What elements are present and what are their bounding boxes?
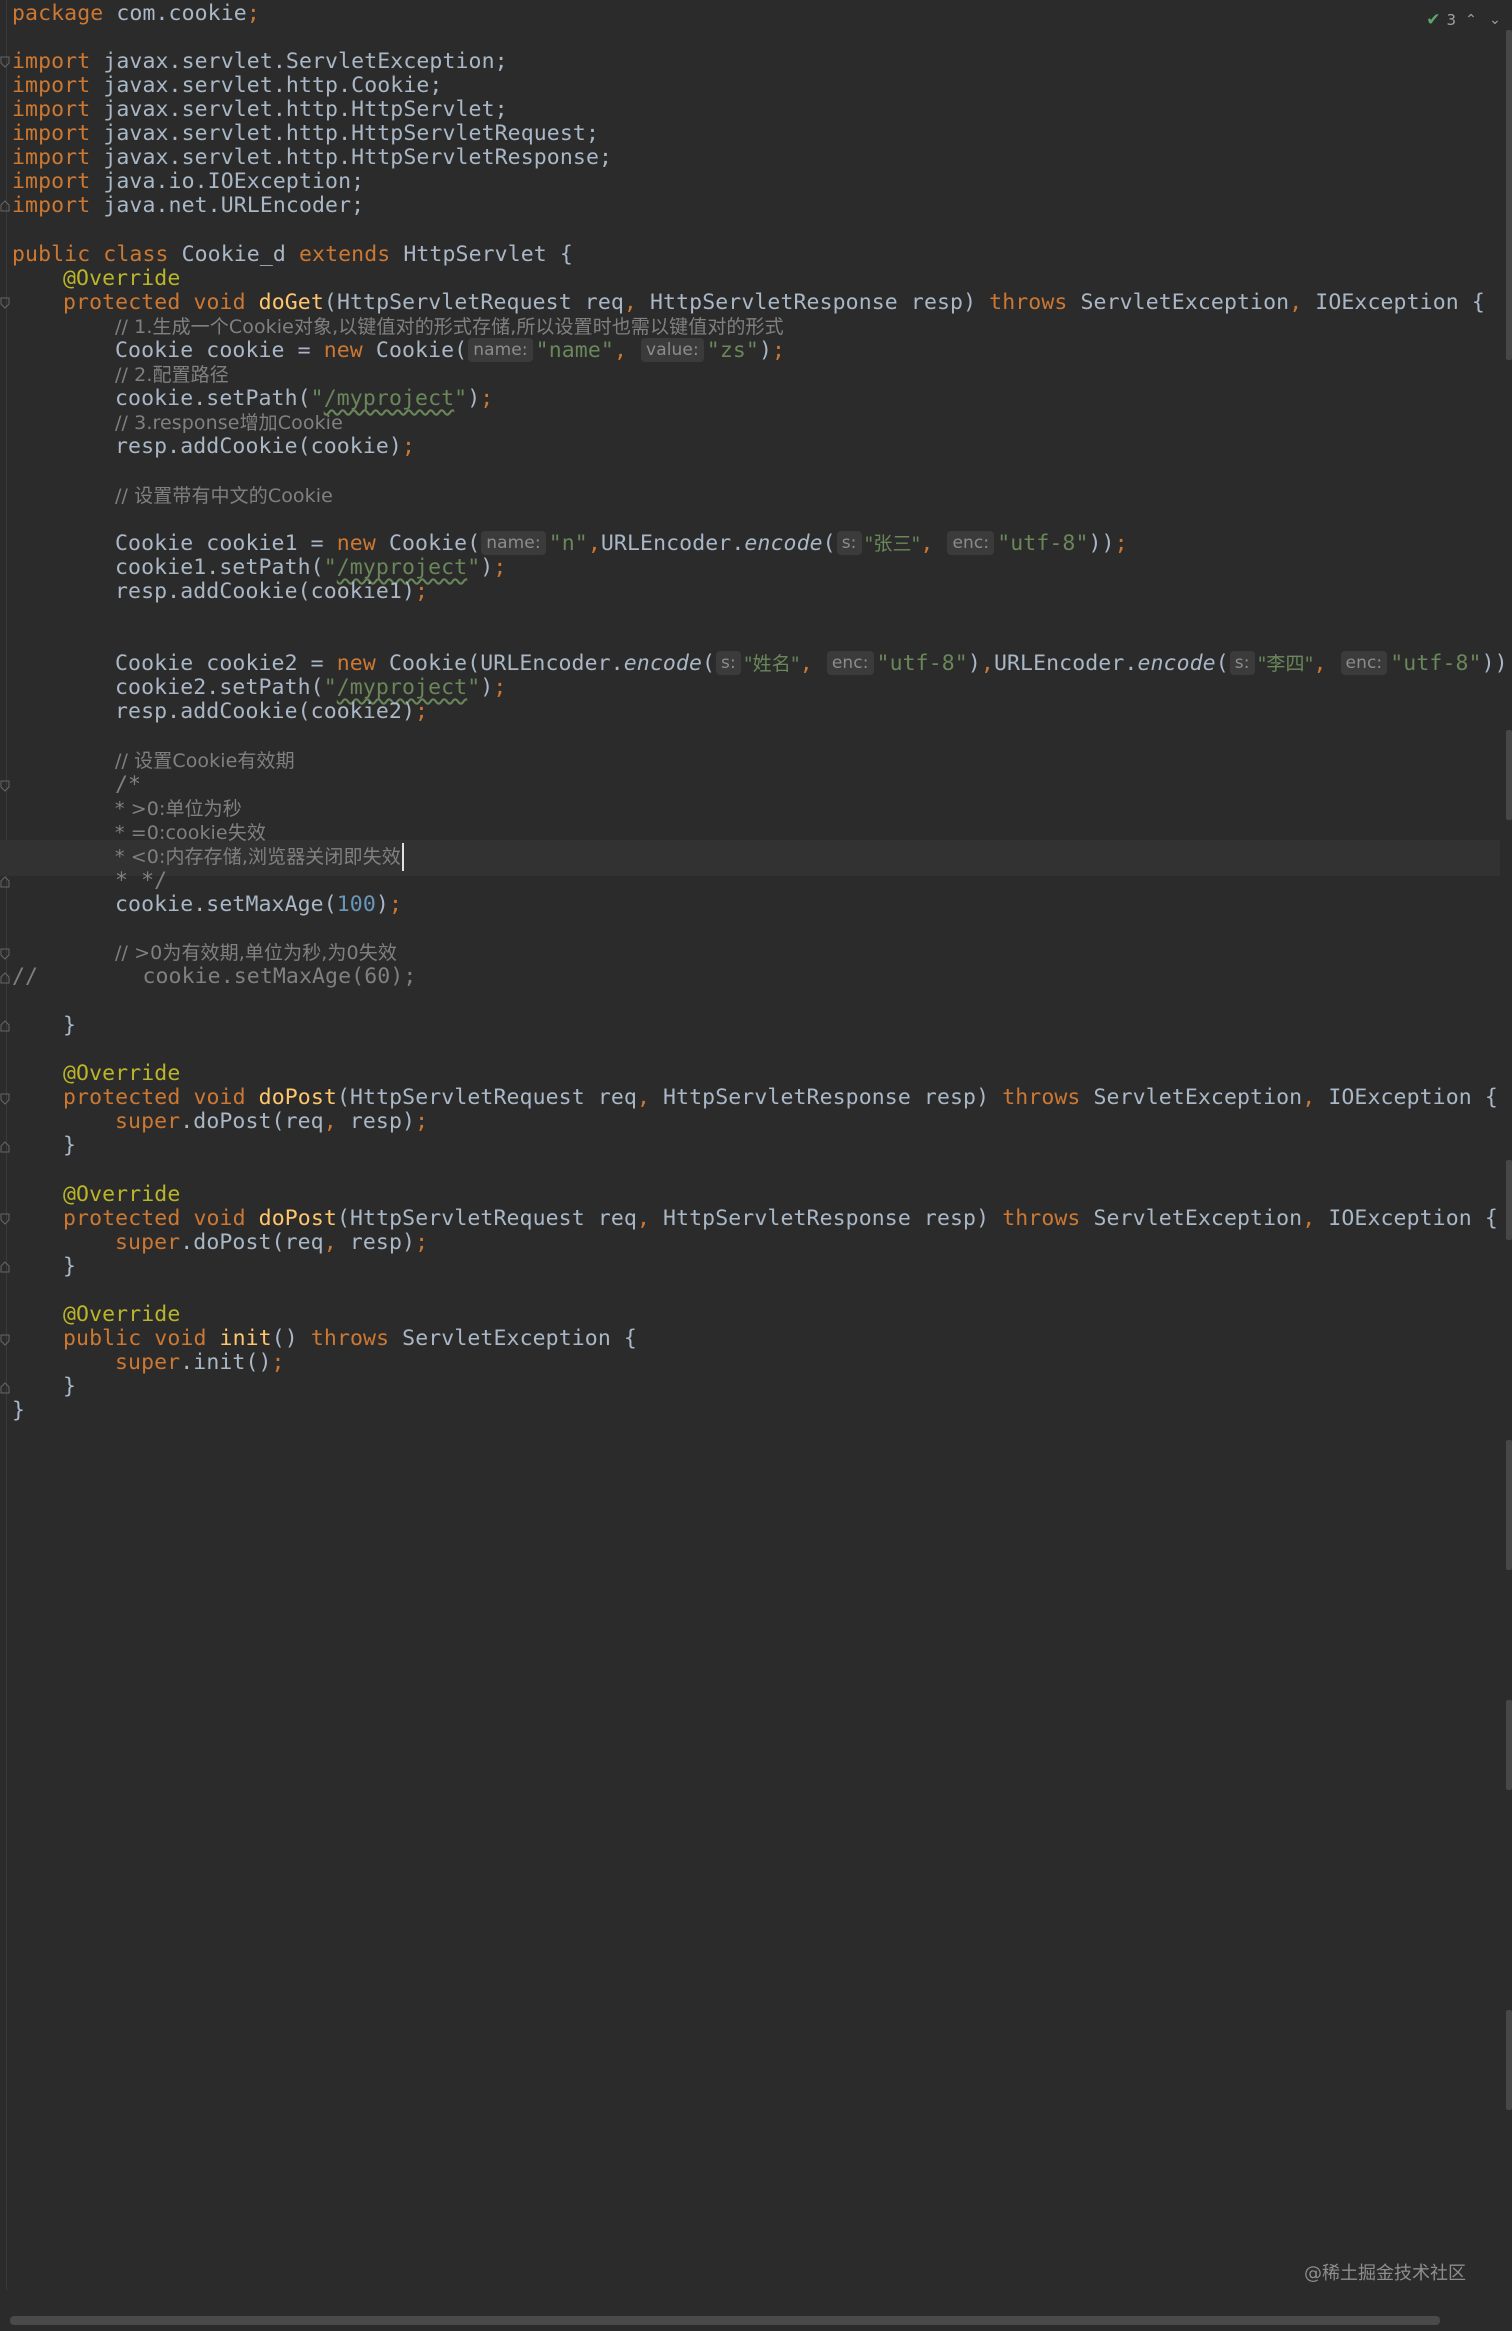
text-caret: [401, 843, 404, 871]
code-line[interactable]: }: [63, 1249, 76, 1285]
fold-marker-icon[interactable]: [0, 876, 10, 888]
inspection-widget[interactable]: ✔ 3 ⌃ ⌄: [1426, 8, 1504, 32]
code-line[interactable]: super.doPost(req, resp);: [115, 1225, 428, 1261]
param-hint: s:: [716, 651, 741, 675]
code-line[interactable]: }: [12, 1393, 25, 1429]
chevron-up-icon[interactable]: ⌃: [1462, 11, 1480, 29]
code-line[interactable]: }: [63, 1369, 76, 1405]
super-class: HttpServlet: [403, 242, 547, 267]
code-line[interactable]: resp.addCookie(cookie1);: [115, 574, 428, 610]
code-comment[interactable]: // 设置Cookie有效期: [115, 743, 295, 779]
param-hint: s:: [836, 531, 862, 555]
fold-marker-icon[interactable]: [0, 972, 10, 984]
param-hint: enc:: [826, 651, 874, 675]
class-name: Cookie_d: [181, 242, 286, 267]
stripe-mark[interactable]: [1506, 1440, 1512, 1570]
fold-marker-icon[interactable]: [0, 200, 10, 212]
stripe-mark[interactable]: [1506, 1160, 1512, 1240]
param-hint: name:: [468, 338, 533, 362]
fold-marker-icon[interactable]: [0, 56, 10, 68]
stripe-mark[interactable]: [1506, 30, 1512, 360]
code-line[interactable]: resp.addCookie(cookie2);: [115, 694, 428, 730]
param-hint: value:: [641, 338, 704, 362]
fold-marker-icon[interactable]: [0, 1093, 10, 1105]
fold-marker-icon[interactable]: [0, 1334, 10, 1346]
inspection-count: 3: [1446, 11, 1456, 29]
watermark: @稀土掘金技术社区: [1304, 2263, 1466, 2284]
code-line[interactable]: super.init();: [115, 1345, 285, 1381]
stripe-mark[interactable]: [1506, 2010, 1512, 2110]
stripe-mark[interactable]: [1506, 730, 1512, 820]
horizontal-scrollbar[interactable]: [10, 2316, 1440, 2325]
code-line[interactable]: cookie.setMaxAge(100);: [115, 887, 402, 923]
param-hint: enc:: [947, 531, 995, 555]
fold-marker-icon[interactable]: [0, 948, 10, 960]
code-line[interactable]: super.doPost(req, resp);: [115, 1104, 428, 1140]
chevron-down-icon[interactable]: ⌄: [1486, 11, 1504, 29]
code-line[interactable]: package com.cookie;: [12, 0, 260, 32]
code-editor[interactable]: package com.cookie; import javax.servlet…: [0, 0, 1512, 2331]
check-icon: ✔: [1426, 10, 1441, 30]
code-line[interactable]: resp.addCookie(cookie);: [115, 429, 415, 465]
error-stripe[interactable]: [1504, 0, 1512, 2300]
fold-marker-icon[interactable]: [0, 1020, 10, 1032]
code-line[interactable]: import java.net.URLEncoder;: [12, 188, 364, 224]
fold-marker-icon[interactable]: [0, 297, 10, 309]
code-comment[interactable]: // cookie.setMaxAge(60);: [12, 959, 416, 995]
import-path: java.net.URLEncoder;: [103, 193, 365, 218]
code-line[interactable]: }: [63, 1008, 76, 1044]
fold-marker-icon[interactable]: [0, 1261, 10, 1273]
fold-marker-icon[interactable]: [0, 1382, 10, 1394]
code-line[interactable]: }: [63, 1128, 76, 1164]
param-hint: s:: [1229, 651, 1255, 675]
fold-marker-icon[interactable]: [0, 1213, 10, 1225]
stripe-mark[interactable]: [1506, 1700, 1512, 1790]
max-age-value: 100: [336, 892, 376, 917]
fold-marker-icon[interactable]: [0, 780, 10, 792]
fold-marker-icon[interactable]: [0, 1141, 10, 1153]
param-hint: enc:: [1340, 651, 1388, 675]
code-comment[interactable]: // 设置带有中文的Cookie: [115, 478, 333, 514]
